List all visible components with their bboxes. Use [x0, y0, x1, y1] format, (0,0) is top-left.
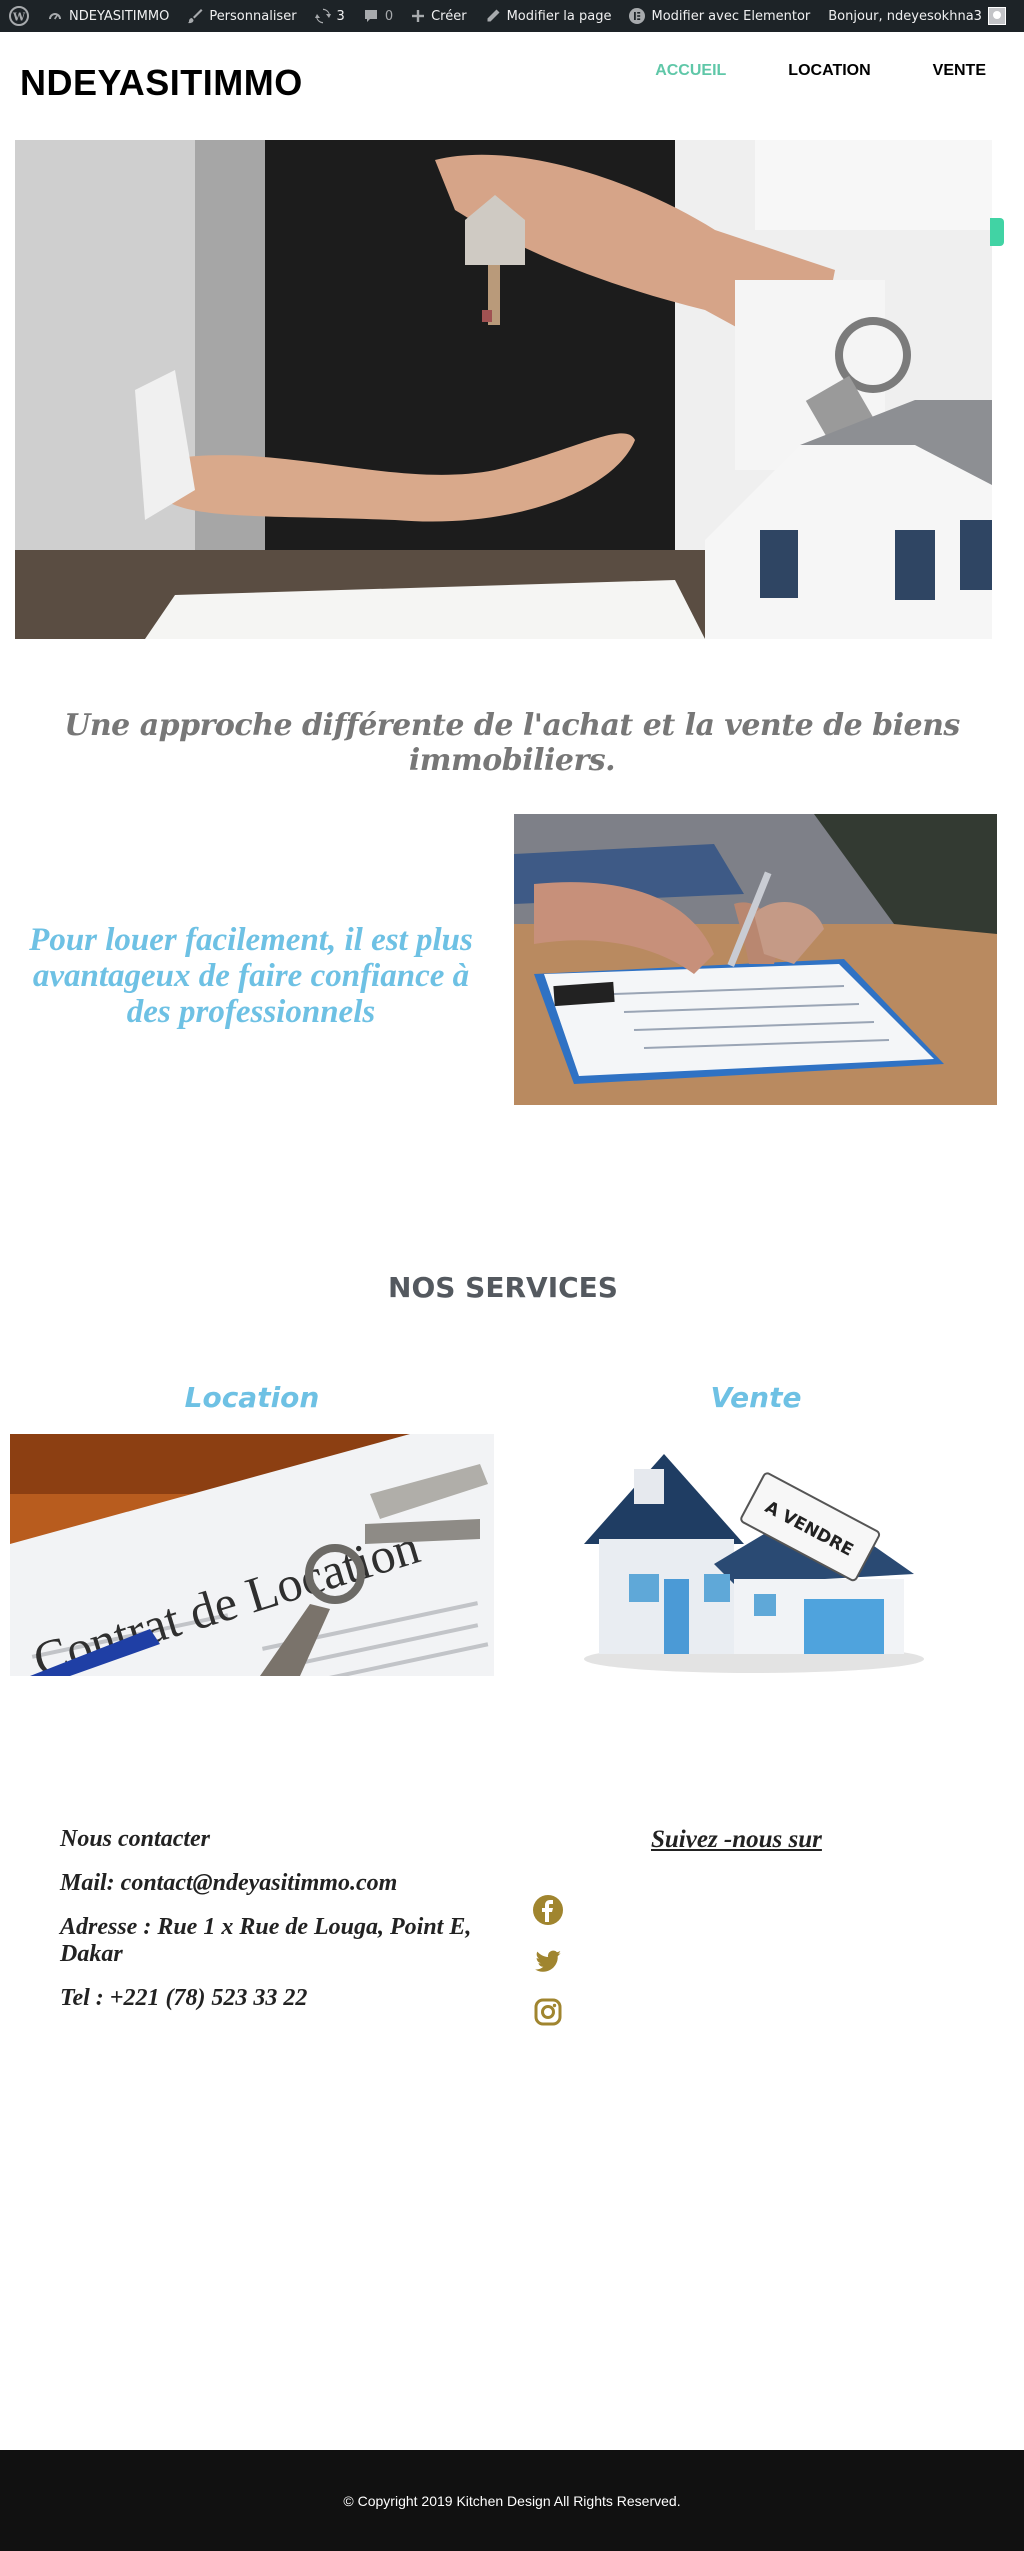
updates-count: 3	[336, 8, 345, 24]
avatar	[987, 7, 1006, 25]
greeting: Bonjour, ndeyesokhna3	[828, 8, 982, 24]
contract-signing-image	[514, 814, 997, 1105]
customize-menu[interactable]: Personnaliser	[178, 0, 305, 32]
contact-address: Adresse : Rue 1 x Rue de Louga, Point E,…	[60, 1914, 472, 1967]
contact-mail[interactable]: Mail: contact@ndeyasitimmo.com	[60, 1870, 490, 1897]
site-name-menu[interactable]: NDEYASITIMMO	[38, 0, 178, 32]
service-title-vente[interactable]: Vente	[514, 1381, 998, 1414]
contact-block: Nous contacter Mail: contact@ndeyasitimm…	[60, 1826, 490, 2029]
dashboard-icon	[49, 13, 61, 20]
edit-page-menu[interactable]: Modifier la page	[476, 0, 621, 32]
brush-icon	[188, 9, 203, 24]
nav-item-accueil[interactable]: ACCUEIL	[655, 62, 726, 80]
account-menu[interactable]: Bonjour, ndeyesokhna3	[819, 0, 1015, 32]
location-service-image[interactable]: Contrat de Location	[10, 1434, 494, 1676]
updates-menu[interactable]: 3	[306, 0, 354, 32]
site-name: NDEYASITIMMO	[69, 8, 170, 24]
comments-menu[interactable]: 0	[354, 0, 402, 32]
contact-heading: Nous contacter	[60, 1826, 210, 1852]
facebook-icon[interactable]	[531, 1893, 565, 1927]
instagram-icon[interactable]	[531, 1995, 565, 2029]
pitch-text: Pour louer facilement, il est plus avant…	[29, 922, 473, 1030]
nav-item-vente[interactable]: VENTE	[933, 62, 986, 80]
edit-elementor-menu[interactable]: Modifier avec Elementor	[620, 0, 819, 32]
site-footer: © Copyright 2019 Kitchen Design All Righ…	[0, 2450, 1024, 2551]
edit-elementor-label: Modifier avec Elementor	[651, 8, 811, 24]
rental-contract-illustration: Contrat de Location	[10, 1434, 494, 1676]
svg-text:W: W	[12, 11, 26, 24]
site-logo[interactable]: NDEYASITIMMO	[20, 62, 303, 104]
elementor-icon	[629, 8, 646, 24]
side-tab-handle[interactable]	[990, 218, 1004, 246]
wordpress-logo-icon[interactable]: W	[0, 0, 38, 32]
contract-signing-illustration	[514, 814, 997, 1105]
updates-icon	[314, 8, 331, 24]
key-handover-illustration	[15, 140, 992, 639]
hero-image	[15, 140, 992, 639]
nav-item-location[interactable]: LOCATION	[788, 62, 870, 80]
customize-label: Personnaliser	[209, 8, 297, 24]
contact-tel[interactable]: Tel : +221 (78) 523 33 22	[60, 1985, 490, 2012]
copyright-text: © Copyright 2019 Kitchen Design All Righ…	[343, 2493, 681, 2509]
edit-page-label: Modifier la page	[506, 8, 612, 24]
twitter-icon[interactable]	[531, 1944, 565, 1978]
admin-search[interactable]	[1015, 0, 1024, 32]
services-title: NOS SERVICES	[388, 1271, 618, 1304]
pencil-icon	[487, 9, 500, 22]
follow-us-heading: Suivez -nous sur	[651, 1826, 822, 1853]
vente-service-image[interactable]: A VENDRE	[514, 1434, 998, 1676]
house-for-sale-illustration: A VENDRE	[584, 1454, 924, 1673]
social-links	[531, 1893, 567, 2046]
admin-bar: W NDEYASITIMMO Personnaliser 3 0 Créer M…	[0, 0, 1024, 32]
create-label: Créer	[431, 8, 467, 24]
plus-icon	[412, 10, 425, 22]
service-title-location[interactable]: Location	[10, 1381, 494, 1414]
comments-count: 0	[384, 8, 394, 24]
main-nav: ACCUEIL LOCATION VENTE	[655, 62, 986, 80]
comment-icon	[364, 10, 377, 22]
site-header: NDEYASITIMMO ACCUEIL LOCATION VENTE	[0, 32, 1024, 138]
create-menu[interactable]: Créer	[402, 0, 475, 32]
tagline: Une approche différente de l'achat et la…	[64, 708, 960, 778]
